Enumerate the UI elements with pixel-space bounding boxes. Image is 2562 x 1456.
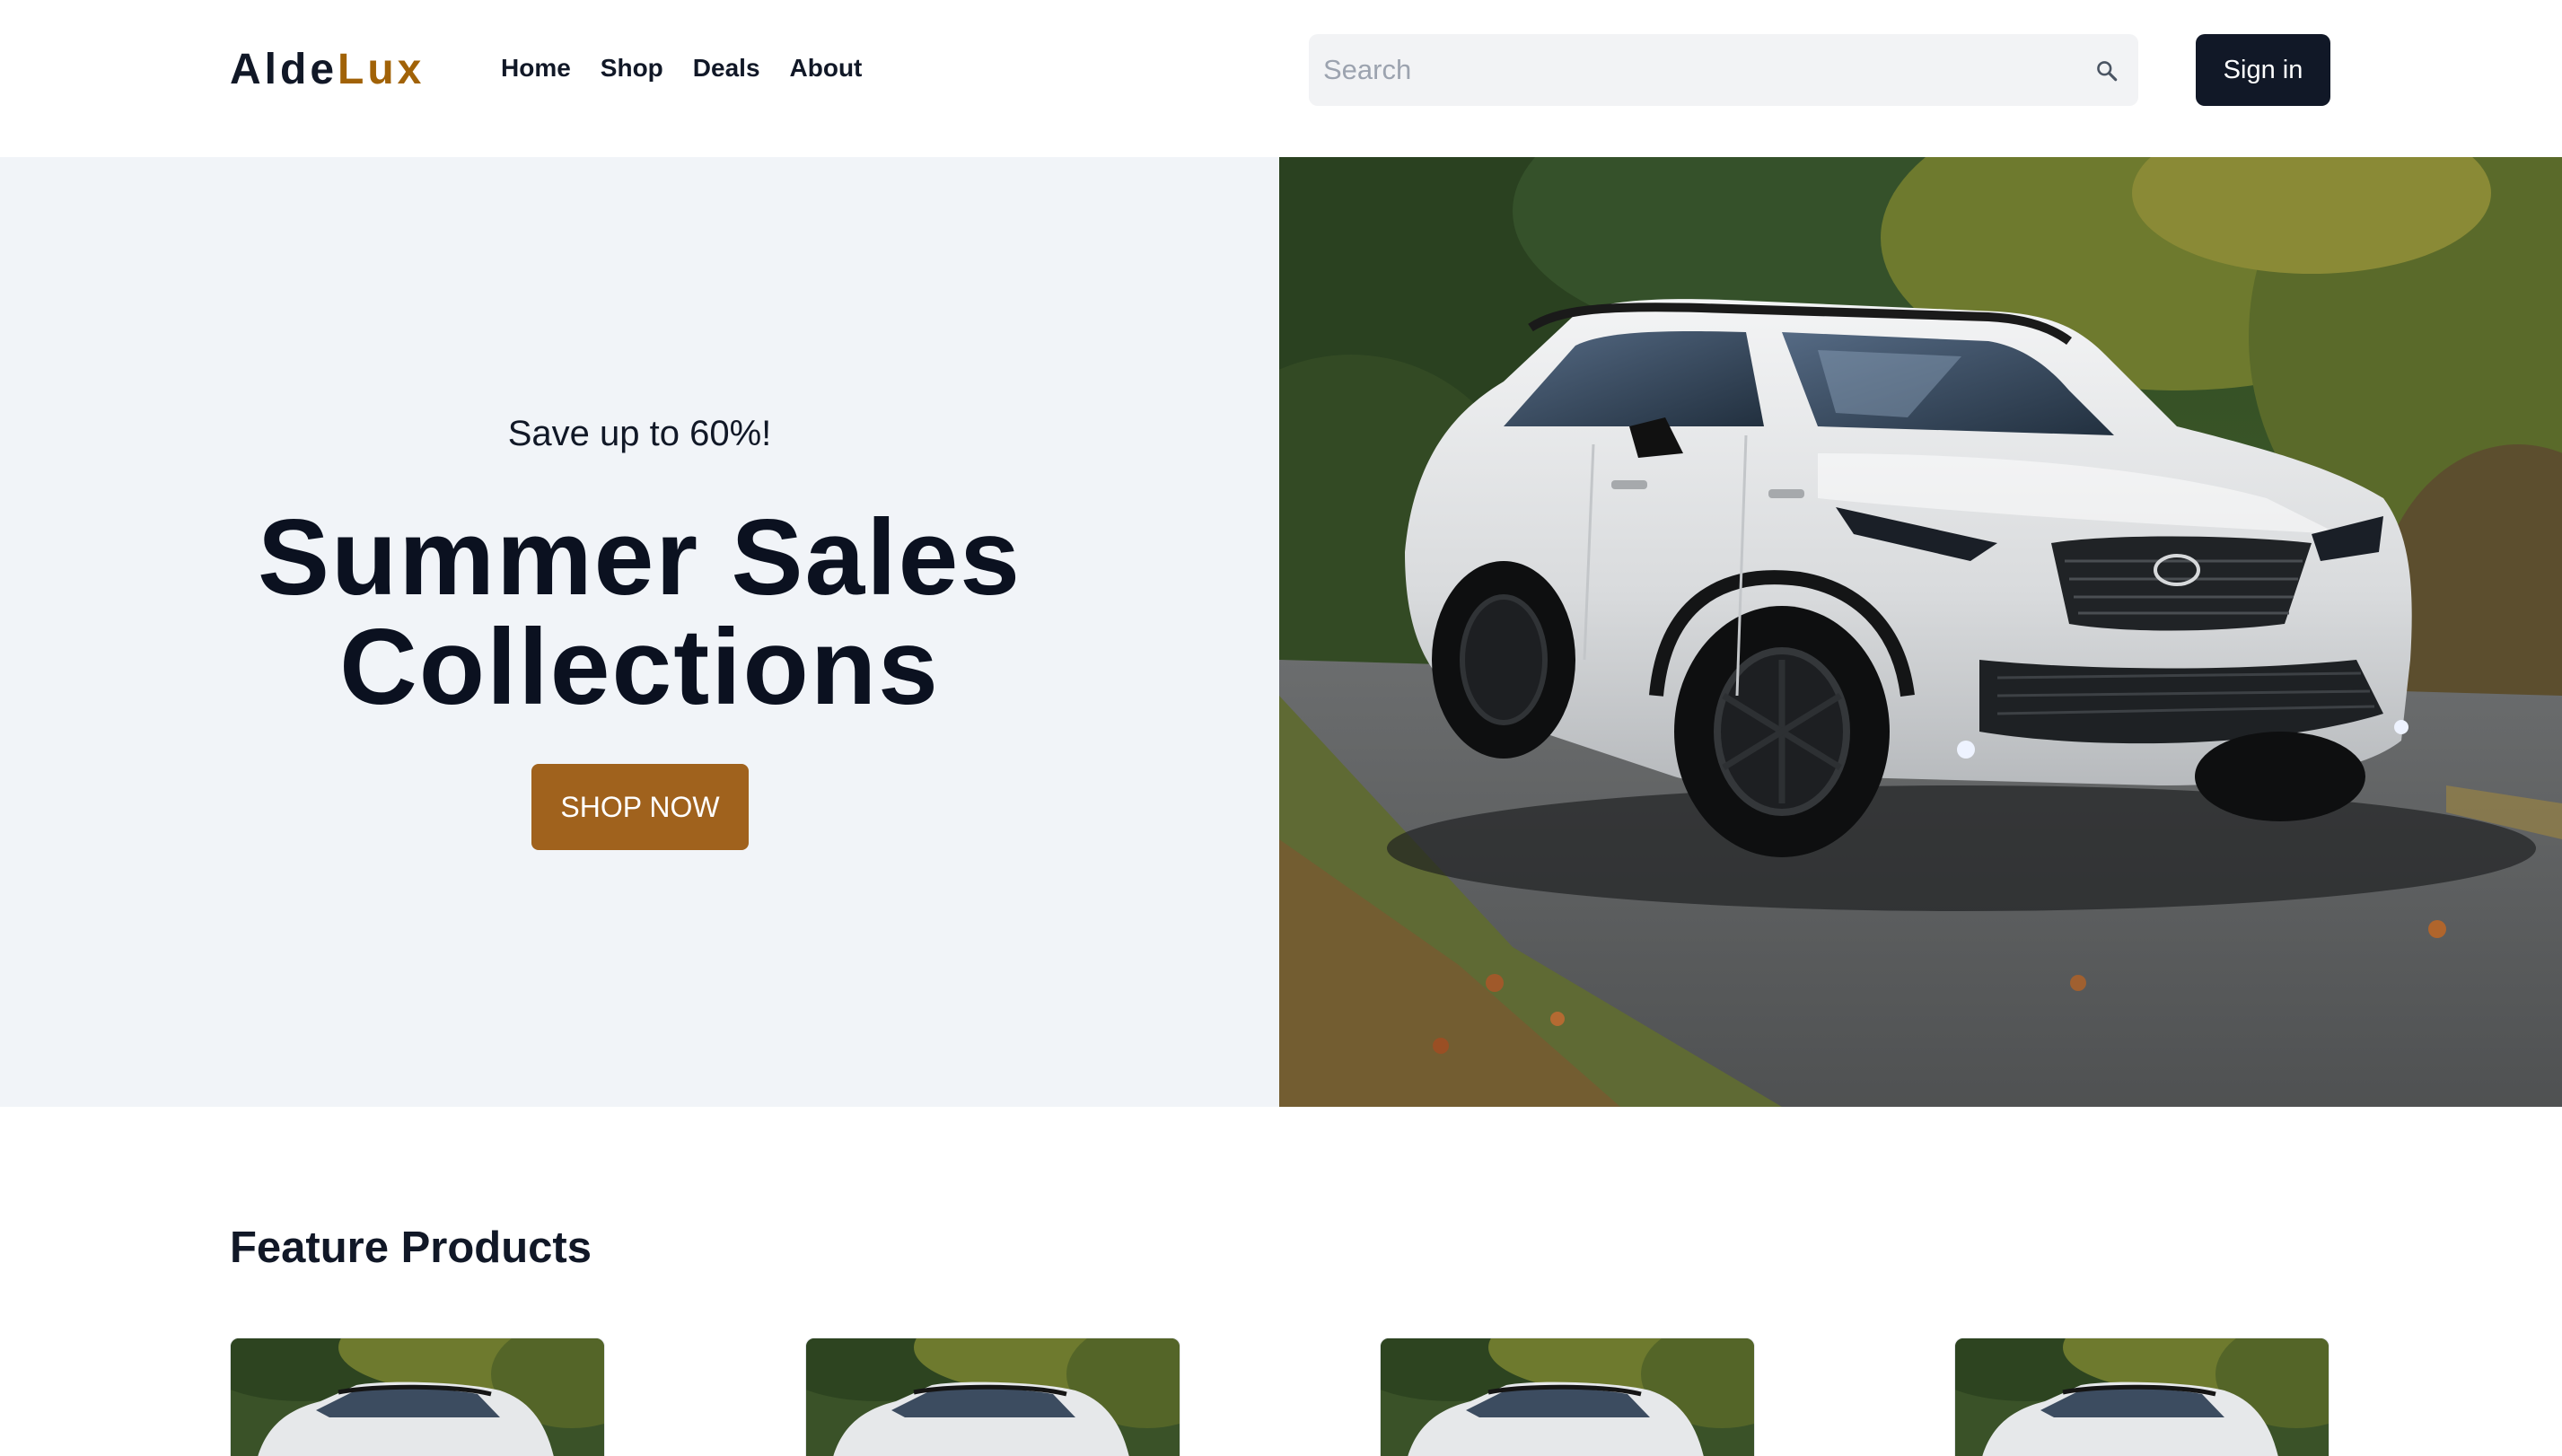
product-image: [1955, 1338, 2329, 1456]
site-header: AldeLux Home Shop Deals About Sign in: [0, 0, 2562, 157]
nav-home[interactable]: Home: [501, 50, 571, 86]
product-card[interactable]: [230, 1338, 605, 1456]
shop-now-button[interactable]: SHOP NOW: [531, 764, 749, 850]
brand-logo-part1: Alde: [230, 46, 338, 93]
product-card[interactable]: [805, 1338, 1180, 1456]
main-nav: Home Shop Deals About: [501, 50, 862, 86]
search-bar: [1309, 34, 2138, 106]
featured-products-heading: Feature Products: [230, 1224, 592, 1272]
search-input[interactable]: [1323, 34, 2077, 106]
brand-logo-part2: Lux: [338, 46, 426, 93]
product-image: [231, 1338, 604, 1456]
nav-about[interactable]: About: [790, 50, 863, 86]
hero-headline-line1: Summer Sales: [257, 497, 1022, 618]
hero-tagline: Save up to 60%!: [507, 414, 772, 453]
hero-banner: Save up to 60%! Summer Sales Collections…: [0, 157, 2562, 1107]
nav-shop[interactable]: Shop: [601, 50, 663, 86]
product-image: [806, 1338, 1180, 1456]
hero-headline-line2: Collections: [339, 607, 940, 727]
sign-in-button[interactable]: Sign in: [2196, 34, 2330, 106]
product-card[interactable]: [1954, 1338, 2329, 1456]
hero-car-image: [1279, 157, 2562, 1107]
search-icon[interactable]: [2095, 59, 2119, 83]
hero-headline: Summer Sales Collections: [0, 503, 1279, 722]
product-card[interactable]: [1380, 1338, 1755, 1456]
product-image: [1381, 1338, 1754, 1456]
hero-text-panel: Save up to 60%! Summer Sales Collections…: [0, 157, 1279, 1107]
brand-logo[interactable]: AldeLux: [230, 43, 425, 97]
nav-deals[interactable]: Deals: [693, 50, 760, 86]
